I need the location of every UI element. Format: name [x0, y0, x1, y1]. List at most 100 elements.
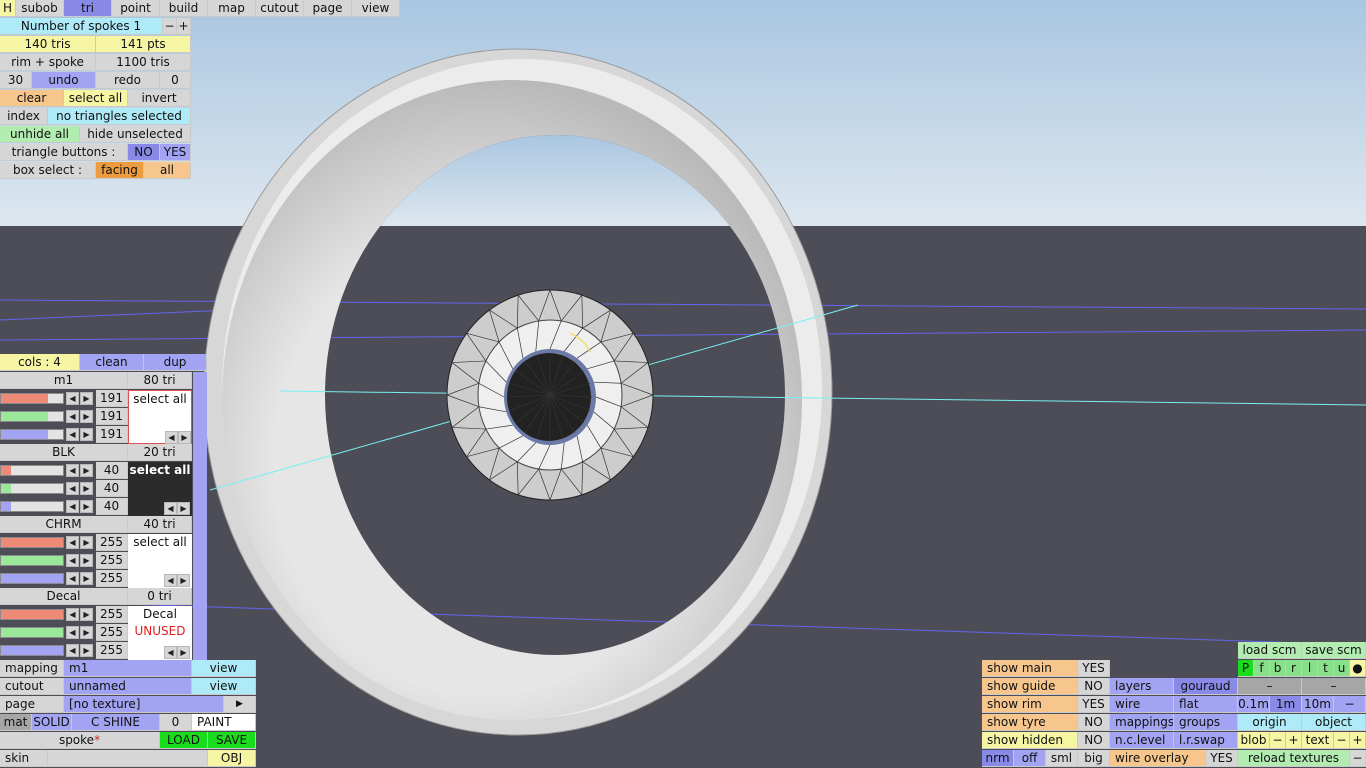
arrow-right-icon[interactable]: ▶ — [80, 428, 93, 441]
arrow-right-icon[interactable]: ▶ — [80, 500, 93, 513]
spokes-decrease-button[interactable]: − — [163, 18, 177, 35]
blob-plus-button[interactable]: + — [1286, 732, 1302, 749]
view-letter-t[interactable]: t — [1318, 660, 1334, 677]
red-slider[interactable] — [0, 465, 64, 476]
gouraud-button[interactable]: gouraud — [1174, 678, 1238, 695]
flat-button[interactable]: flat — [1174, 696, 1238, 713]
blue-slider[interactable] — [0, 429, 64, 440]
nc-level-button[interactable]: n.c.level — [1110, 732, 1174, 749]
show-guide-value[interactable]: NO — [1078, 678, 1110, 695]
arrow-left-icon[interactable]: ◀ — [66, 392, 79, 405]
material-action[interactable]: Decal — [128, 606, 192, 623]
show-main-button[interactable]: show main — [982, 660, 1078, 677]
text-minus-button[interactable]: − — [1334, 732, 1350, 749]
show-guide-button[interactable]: show guide — [982, 678, 1078, 695]
lr-swap-button[interactable]: l.r.swap — [1174, 732, 1238, 749]
arrow-right-icon[interactable]: ▶ — [80, 482, 93, 495]
arrow-right-icon[interactable]: ▶ — [80, 626, 93, 639]
material-action[interactable]: select all — [129, 391, 191, 408]
distance-0-1m[interactable]: 0.1m — [1238, 696, 1270, 713]
red-slider[interactable] — [0, 393, 64, 404]
c-shine-button[interactable]: C SHINE — [72, 714, 160, 731]
material-name[interactable]: Decal — [0, 588, 128, 605]
arrow-right-icon[interactable]: ▶ — [80, 392, 93, 405]
arrow-right-icon[interactable]: ▶ — [80, 464, 93, 477]
index-button[interactable]: index — [0, 108, 48, 125]
menu-tab-map[interactable]: map — [208, 0, 256, 17]
hide-unselected-button[interactable]: hide unselected — [80, 126, 191, 143]
menu-tab-page[interactable]: page — [304, 0, 352, 17]
show-rim-button[interactable]: show rim — [982, 696, 1078, 713]
clear-button[interactable]: clear — [0, 90, 64, 107]
view-off-button[interactable]: off — [1014, 750, 1046, 767]
show-rim-value[interactable]: YES — [1078, 696, 1110, 713]
arrow-right-icon[interactable]: ▶ — [80, 410, 93, 423]
box-select-facing[interactable]: facing — [96, 162, 144, 179]
blue-slider[interactable] — [0, 645, 64, 656]
skin-value[interactable] — [48, 750, 208, 767]
distance-10m[interactable]: 10m — [1302, 696, 1334, 713]
invert-button[interactable]: invert — [128, 90, 191, 107]
show-tyre-value[interactable]: NO — [1078, 714, 1110, 731]
material-swatch[interactable]: Decal UNUSED ◀ ▶ — [128, 606, 192, 660]
load-button[interactable]: LOAD — [160, 732, 208, 749]
swatch-arrow-left-icon[interactable]: ◀ — [165, 431, 178, 444]
object-button[interactable]: object — [1302, 714, 1366, 731]
arrow-right-icon[interactable]: ▶ — [80, 644, 93, 657]
view-letter-r[interactable]: r — [1286, 660, 1302, 677]
swatch-arrow-right-icon[interactable]: ▶ — [177, 502, 190, 515]
triangle-buttons-yes[interactable]: YES — [160, 144, 191, 161]
material-swatch[interactable]: select all ◀ ▶ — [128, 462, 192, 516]
material-swatch[interactable]: select all ◀ ▶ — [128, 390, 192, 444]
box-select-all[interactable]: all — [144, 162, 191, 179]
arrow-left-icon[interactable]: ◀ — [66, 572, 79, 585]
view-nrm-button[interactable]: nrm — [982, 750, 1014, 767]
arrow-right-icon[interactable]: ▶ — [80, 572, 93, 585]
blue-slider[interactable] — [0, 573, 64, 584]
origin-button[interactable]: origin — [1238, 714, 1302, 731]
green-slider[interactable] — [0, 555, 64, 566]
layers-button[interactable]: layers — [1110, 678, 1174, 695]
arrow-left-icon[interactable]: ◀ — [66, 482, 79, 495]
redo-button[interactable]: redo — [96, 72, 160, 89]
arrow-left-icon[interactable]: ◀ — [66, 410, 79, 423]
material-name[interactable]: CHRM — [0, 516, 128, 533]
wire-button[interactable]: wire — [1110, 696, 1174, 713]
clean-button[interactable]: clean — [80, 354, 144, 371]
green-slider[interactable] — [0, 627, 64, 638]
arrow-right-icon[interactable]: ▶ — [80, 536, 93, 549]
menu-tab-view[interactable]: view — [352, 0, 400, 17]
view-letter-b[interactable]: b — [1270, 660, 1286, 677]
wire-overlay-button[interactable]: wire overlay — [1110, 750, 1206, 767]
menu-tab-build[interactable]: build — [160, 0, 208, 17]
material-action[interactable]: select all — [128, 534, 192, 551]
solid-button[interactable]: SOLID — [32, 714, 72, 731]
save-button[interactable]: SAVE — [208, 732, 256, 749]
arrow-left-icon[interactable]: ◀ — [66, 536, 79, 549]
materials-scrollbar[interactable] — [193, 372, 207, 660]
dash-left[interactable]: – — [1238, 678, 1302, 695]
text-plus-button[interactable]: + — [1350, 732, 1366, 749]
reload-textures-button[interactable]: reload textures — [1238, 750, 1350, 767]
arrow-right-icon[interactable]: ▶ — [80, 554, 93, 567]
cutout-value[interactable]: unnamed — [64, 678, 192, 695]
obj-button[interactable]: OBJ — [208, 750, 256, 767]
menu-tab-cutout[interactable]: cutout — [256, 0, 304, 17]
swatch-arrow-left-icon[interactable]: ◀ — [164, 574, 177, 587]
reload-minus-button[interactable]: − — [1350, 750, 1366, 767]
view-letter-l[interactable]: l — [1302, 660, 1318, 677]
distance-minus[interactable]: − — [1334, 696, 1366, 713]
show-hidden-button[interactable]: show hidden — [982, 732, 1078, 749]
arrow-left-icon[interactable]: ◀ — [66, 554, 79, 567]
view-letter-dot[interactable]: ● — [1350, 660, 1366, 677]
cutout-view-button[interactable]: view — [192, 678, 256, 695]
menu-tab-tri[interactable]: tri — [64, 0, 112, 17]
arrow-right-icon[interactable]: ▶ — [80, 608, 93, 621]
swatch-arrow-right-icon[interactable]: ▶ — [177, 646, 190, 659]
material-action[interactable]: select all — [128, 462, 192, 479]
material-swatch[interactable]: select all ◀ ▶ — [128, 534, 192, 588]
blue-slider[interactable] — [0, 501, 64, 512]
show-main-value[interactable]: YES — [1078, 660, 1110, 677]
material-name[interactable]: m1 — [0, 372, 128, 389]
groups-button[interactable]: groups — [1174, 714, 1238, 731]
